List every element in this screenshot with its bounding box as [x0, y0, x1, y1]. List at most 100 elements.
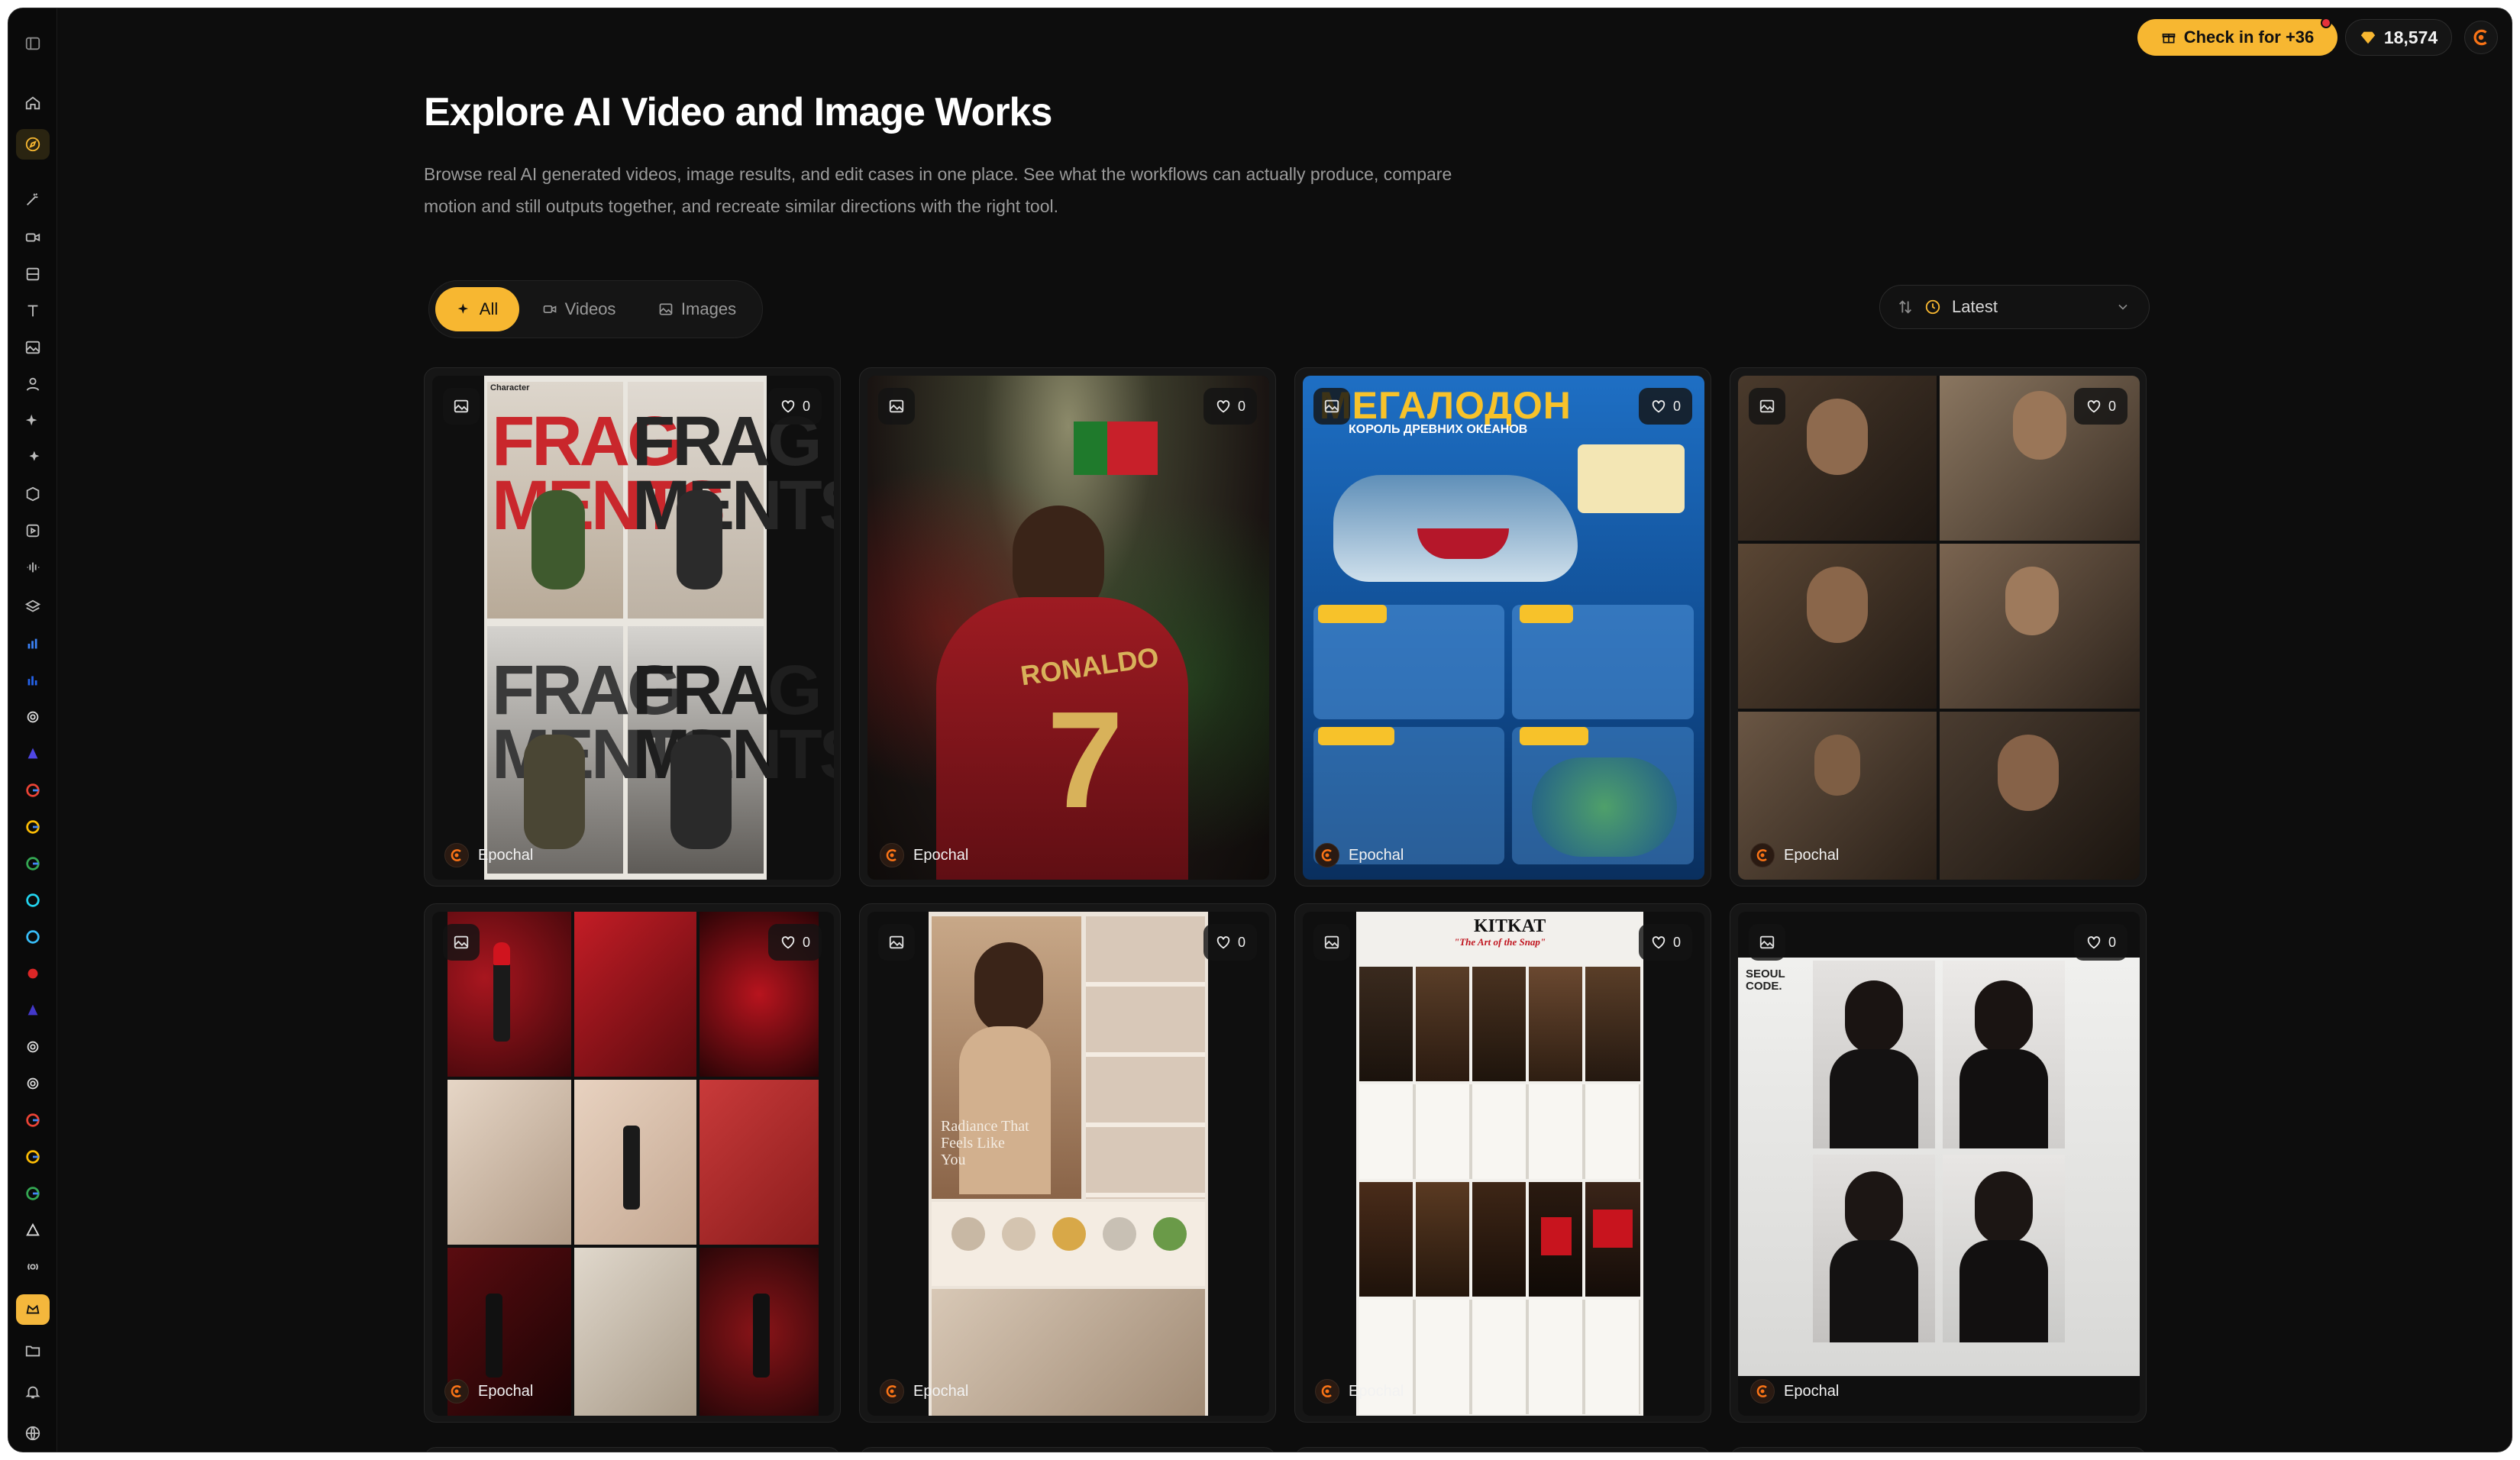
card-thumbnail[interactable]: SEOUL CODE.	[1738, 912, 2140, 1416]
like-count: 0	[2108, 934, 2116, 950]
home-icon[interactable]	[16, 88, 50, 118]
model-red-icon[interactable]	[16, 958, 50, 989]
gallery-card[interactable]: 0 Epochal	[424, 903, 841, 1423]
filter-tabs: All Videos Images	[428, 280, 763, 338]
like-button[interactable]: 0	[2074, 924, 2127, 961]
gallery-card[interactable]	[424, 1447, 841, 1452]
card-author[interactable]: Epochal	[1750, 843, 1839, 867]
card-author[interactable]: Epochal	[1315, 1379, 1404, 1403]
swirl-icon[interactable]	[16, 885, 50, 916]
audio-wave-icon[interactable]	[16, 552, 50, 583]
tab-all[interactable]: All	[435, 287, 519, 331]
triangle-icon[interactable]	[16, 1215, 50, 1245]
folder-icon[interactable]	[16, 1336, 50, 1366]
card-thumbnail[interactable]: RONALDO 7	[867, 376, 1269, 880]
model-icon[interactable]	[16, 738, 50, 769]
card-author[interactable]: Epochal	[444, 843, 533, 867]
like-button[interactable]: 0	[1639, 924, 1692, 961]
card-thumbnail[interactable]	[1738, 376, 2140, 880]
sidebar	[8, 8, 57, 1452]
gallery-card[interactable]: SEOUL CODE. 0 Epochal	[1730, 903, 2147, 1423]
author-name: Epochal	[1349, 1382, 1404, 1400]
compass-icon[interactable]	[16, 129, 50, 160]
swirl-icon[interactable]	[16, 922, 50, 952]
author-name: Epochal	[913, 846, 969, 864]
heart-icon	[2087, 400, 2101, 413]
gift-icon	[2162, 34, 2176, 44]
credits-badge[interactable]: 18,574	[2345, 19, 2452, 56]
play-box-icon[interactable]	[16, 515, 50, 546]
app-window: Check in for +36 18,574 Explore AI Video…	[8, 8, 2512, 1452]
card-thumbnail[interactable]: KITKAT "The Art of the Snap"	[1303, 912, 1704, 1416]
storyboard-subtitle: "The Art of the Snap"	[1454, 936, 1546, 948]
like-button[interactable]: 0	[2074, 388, 2127, 425]
gallery-card[interactable]	[1730, 1447, 2147, 1452]
epochal-logo-icon	[444, 1379, 469, 1403]
card-thumbnail[interactable]: FRAG MENTS FRAG MENTS FRAG MENTS FRAG ME…	[432, 376, 834, 880]
sort-dropdown[interactable]: Latest	[1879, 285, 2150, 329]
gallery-card[interactable]: МЕГАЛОДОН КОРОЛЬ ДРЕВНИХ ОКЕАНОВ 0 Epoch…	[1294, 367, 1711, 887]
poster-text: FRAG MENTS	[632, 402, 834, 544]
sparkles-alt-icon[interactable]	[16, 442, 50, 473]
card-author[interactable]: Epochal	[444, 1379, 533, 1403]
box-icon[interactable]	[16, 479, 50, 509]
chart-alt-icon[interactable]	[16, 665, 50, 696]
model-blue-icon[interactable]	[16, 995, 50, 1026]
sparkles-icon[interactable]	[16, 405, 50, 436]
gallery-card[interactable]: RONALDO 7 0 Epochal	[859, 367, 1276, 887]
google-icon[interactable]	[16, 812, 50, 842]
film-icon[interactable]	[16, 259, 50, 289]
like-button[interactable]: 0	[768, 924, 822, 961]
gallery-card[interactable]: 0 Epochal	[1730, 367, 2147, 887]
author-name: Epochal	[478, 1382, 534, 1400]
card-author[interactable]: Epochal	[1750, 1379, 1839, 1403]
video-camera-icon[interactable]	[16, 222, 50, 253]
crown-icon[interactable]	[16, 1294, 50, 1325]
card-thumbnail[interactable]: МЕГАЛОДОН КОРОЛЬ ДРЕВНИХ ОКЕАНОВ	[1303, 376, 1704, 880]
bell-icon[interactable]	[16, 1377, 50, 1407]
user-avatar[interactable]	[2464, 21, 2498, 54]
tab-images-label: Images	[680, 299, 737, 318]
like-button[interactable]: 0	[1203, 924, 1257, 961]
gallery-card[interactable]: Radiance That Feels Like You 0 Epochal	[859, 903, 1276, 1423]
google-icon[interactable]	[16, 1178, 50, 1209]
gallery-card[interactable]: FRAG MENTS FRAG MENTS FRAG MENTS FRAG ME…	[424, 367, 841, 887]
google-icon[interactable]	[16, 775, 50, 806]
globe-icon[interactable]	[16, 1418, 50, 1449]
openai-icon[interactable]	[16, 702, 50, 732]
image-icon[interactable]	[16, 332, 50, 363]
like-button[interactable]: 0	[768, 388, 822, 425]
card-author[interactable]: Epochal	[1315, 843, 1404, 867]
tab-images[interactable]: Images	[640, 287, 754, 331]
poster-subtitle: КОРОЛЬ ДРЕВНИХ ОКЕАНОВ	[1349, 423, 1528, 436]
google-icon[interactable]	[16, 848, 50, 879]
chevron-down-icon	[2118, 304, 2127, 310]
like-count: 0	[1672, 934, 1681, 950]
panel-toggle-icon[interactable]	[16, 28, 50, 59]
card-thumbnail[interactable]: Radiance That Feels Like You	[867, 912, 1269, 1416]
like-button[interactable]: 0	[1203, 388, 1257, 425]
card-thumbnail[interactable]	[432, 912, 834, 1416]
chart-icon[interactable]	[16, 628, 50, 659]
gallery-card[interactable]	[1294, 1447, 1711, 1452]
gallery-card[interactable]: KITKAT "The Art of the Snap" 0 Epochal	[1294, 903, 1711, 1423]
check-in-button[interactable]: Check in for +36	[2137, 18, 2337, 56]
audio-icon[interactable]	[16, 1252, 50, 1282]
like-button[interactable]: 0	[1639, 388, 1692, 425]
openai-icon[interactable]	[16, 1068, 50, 1099]
tab-videos[interactable]: Videos	[525, 287, 632, 331]
text-icon[interactable]	[16, 296, 50, 326]
image-type-badge	[1313, 924, 1350, 961]
google-icon[interactable]	[16, 1105, 50, 1135]
author-name: Epochal	[1784, 1382, 1840, 1400]
layers-icon[interactable]	[16, 592, 50, 622]
google-icon[interactable]	[16, 1142, 50, 1172]
person-icon[interactable]	[16, 369, 50, 399]
openai-icon[interactable]	[16, 1032, 50, 1062]
author-name: Epochal	[1349, 846, 1404, 864]
card-author[interactable]: Epochal	[880, 1379, 968, 1403]
card-author[interactable]: Epochal	[880, 843, 968, 867]
image-icon	[454, 399, 469, 413]
gallery-card[interactable]	[859, 1447, 1276, 1452]
magic-wand-icon[interactable]	[16, 184, 50, 215]
